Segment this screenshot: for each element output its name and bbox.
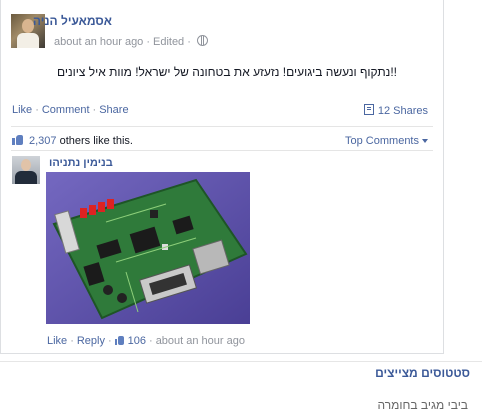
divider [0,361,482,362]
post-actions: Like · Comment · Share [12,104,129,116]
likes-count: 2,307 [29,135,57,147]
post-author-name[interactable]: אסמאעיל הניה [33,14,112,28]
likes-summary[interactable]: 2,307 others like this. [12,135,133,147]
section-title[interactable]: סטטוסים מצייצים [375,366,470,380]
top-comments-label: Top Comments [345,135,419,147]
comment-reply-link[interactable]: Reply [77,335,105,347]
likes-text: others like this. [59,135,133,147]
share-icon [363,104,374,115]
thumbs-up-icon [114,336,125,345]
thumbs-up-icon [12,135,24,145]
post-card: אסמאעיל הניה about an hour ago · Edited · !… [0,0,444,354]
like-link[interactable]: Like [12,104,32,116]
share-link[interactable]: Share [99,104,128,116]
shares-count[interactable]: 12 Shares [363,104,428,117]
comment-like-count[interactable]: 106 [128,335,146,347]
globe-icon[interactable] [196,35,208,46]
commenter-name[interactable]: בנימין נתניהו [49,157,113,169]
comment-like-link[interactable]: Like [47,335,67,347]
top-comments-dropdown[interactable]: Top Comments [345,135,428,147]
comment-link[interactable]: Comment [42,104,90,116]
divider [11,126,433,127]
divider [11,150,433,151]
shares-label: 12 Shares [377,105,428,117]
comment-actions: Like · Reply · 106 · about an hour ago [47,335,245,347]
post-edited-label[interactable]: Edited [153,36,184,48]
caret-down-icon [422,139,428,143]
post-meta: about an hour ago · Edited · [54,35,208,48]
commenter-avatar[interactable] [12,156,40,184]
post-text: !!נתקוף ונעשה ביגועים! נזעזע את בטחונה ש… [56,65,397,79]
comment-photo[interactable] [46,172,250,324]
status-item[interactable]: ביבי מגיב בחומרה [378,398,469,412]
post-timestamp[interactable]: about an hour ago [54,36,143,48]
comment-timestamp[interactable]: about an hour ago [156,335,245,347]
